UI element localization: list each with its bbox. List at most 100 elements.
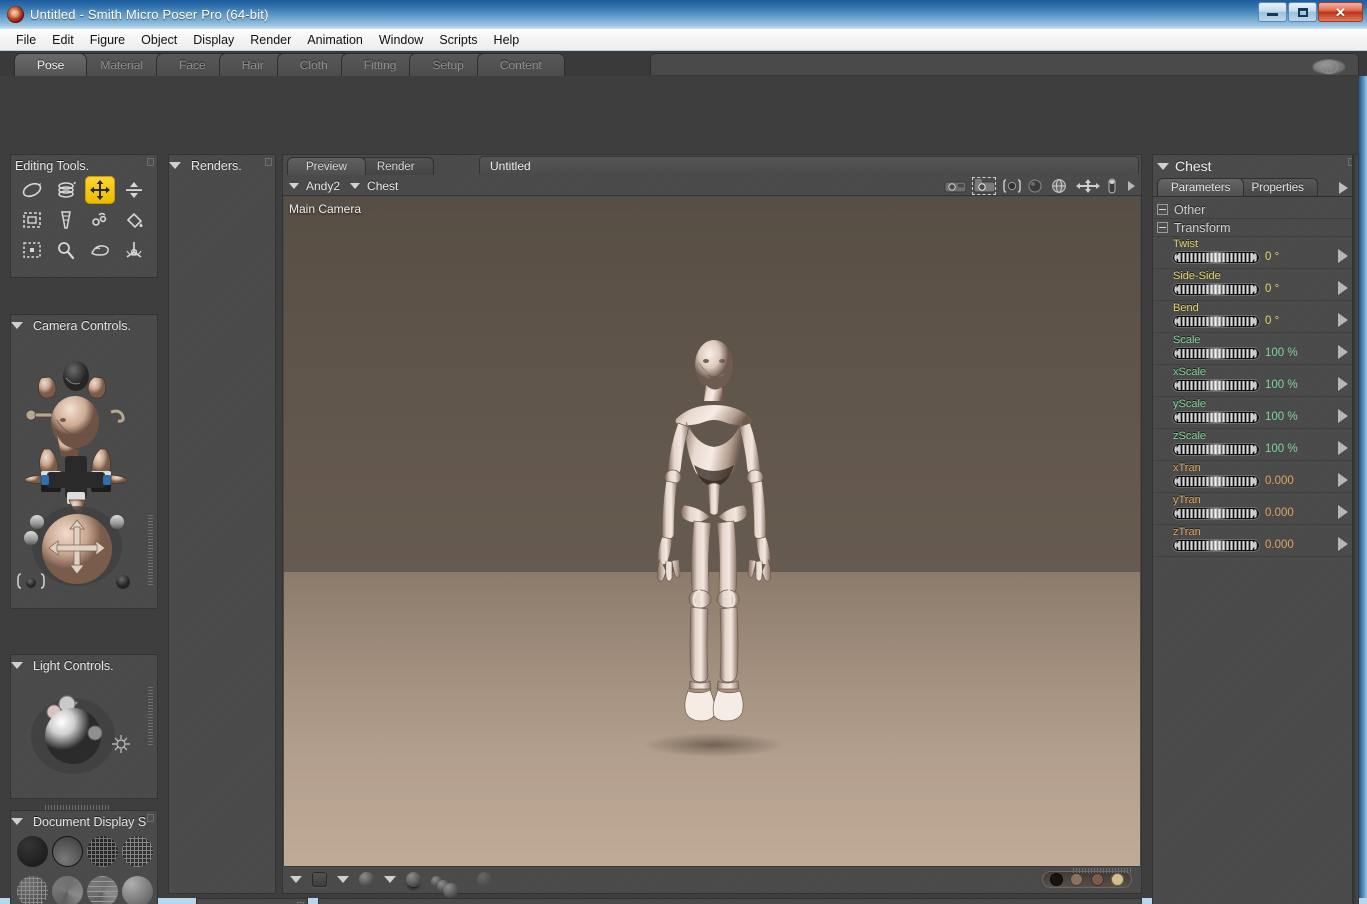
param-value[interactable]: 100 %: [1265, 347, 1298, 359]
style-outline[interactable]: [52, 836, 83, 867]
element-sphere-icon[interactable]: [406, 872, 421, 887]
menu-file[interactable]: File: [8, 31, 44, 49]
param-dial[interactable]: [1173, 283, 1259, 295]
tab-cloth[interactable]: Cloth: [276, 53, 351, 76]
tab-render[interactable]: Render: [357, 157, 434, 175]
tab-setup[interactable]: Setup: [409, 53, 487, 76]
style-smooth-shaded[interactable]: [122, 876, 153, 904]
3d-viewport[interactable]: Main Camera: [284, 197, 1140, 867]
color-chip[interactable]: [1090, 873, 1104, 886]
dial-increase-arrow-icon[interactable]: [1252, 541, 1257, 549]
style-flat-shaded[interactable]: [52, 876, 83, 904]
param-ytran[interactable]: yTran 0.000: [1153, 493, 1358, 525]
dial-decrease-arrow-icon[interactable]: [1175, 509, 1180, 517]
taper-tool[interactable]: [51, 206, 81, 234]
camera-controls-widget[interactable]: [11, 334, 157, 602]
scale-tool[interactable]: [17, 206, 47, 234]
breadcrumb-figure[interactable]: Andy2: [306, 179, 340, 193]
param-dial[interactable]: [1173, 411, 1259, 423]
color-chip[interactable]: [1070, 873, 1084, 886]
param-value[interactable]: 0.000: [1265, 475, 1294, 487]
minimize-button[interactable]: [1258, 2, 1287, 22]
param-dial[interactable]: [1173, 507, 1259, 519]
tab-parameters[interactable]: Parameters: [1157, 178, 1245, 196]
color-chip[interactable]: [1111, 873, 1125, 886]
collapse-triangle-icon[interactable]: [169, 162, 181, 169]
param-expand-arrow-icon[interactable]: [1338, 473, 1348, 487]
dial-increase-arrow-icon[interactable]: [1252, 413, 1257, 421]
view-magnifier-tool[interactable]: [51, 236, 81, 264]
param-expand-arrow-icon[interactable]: [1338, 281, 1348, 295]
camera-panel-scroll-grip[interactable]: [148, 515, 153, 585]
morph-putty-tool[interactable]: [85, 236, 115, 264]
param-value[interactable]: 0 °: [1265, 251, 1279, 263]
breadcrumb-actor[interactable]: Chest: [367, 179, 398, 193]
translate-pull-tool[interactable]: [85, 176, 115, 204]
grouping-tool[interactable]: [17, 236, 47, 264]
maximize-button[interactable]: [1288, 2, 1317, 22]
dial-increase-arrow-icon[interactable]: [1252, 349, 1257, 357]
tab-content[interactable]: Content: [476, 53, 565, 76]
dial-increase-arrow-icon[interactable]: [1252, 509, 1257, 517]
panel-resize-handle[interactable]: [147, 814, 154, 822]
param-yscale[interactable]: yScale 100 %: [1153, 397, 1358, 429]
dial-decrease-arrow-icon[interactable]: [1175, 349, 1180, 357]
dial-increase-arrow-icon[interactable]: [1252, 285, 1257, 293]
param-expand-arrow-icon[interactable]: [1338, 537, 1348, 551]
globe-icon[interactable]: [1050, 178, 1068, 194]
tab-face[interactable]: Face: [156, 53, 229, 76]
tab-pose[interactable]: Pose: [14, 53, 88, 76]
document-square-icon[interactable]: [312, 872, 327, 887]
param-expand-arrow-icon[interactable]: [1338, 345, 1348, 359]
param-dial[interactable]: [1173, 539, 1259, 551]
param-bend[interactable]: Bend 0 °: [1153, 301, 1358, 333]
dial-decrease-arrow-icon[interactable]: [1175, 413, 1180, 421]
collapse-minus-icon[interactable]: [1157, 204, 1168, 215]
param-value[interactable]: 0 °: [1265, 315, 1279, 327]
menu-render[interactable]: Render: [242, 31, 299, 49]
actor-dropdown-icon[interactable]: [350, 182, 361, 189]
param-value[interactable]: 0.000: [1265, 507, 1294, 519]
dial-decrease-arrow-icon[interactable]: [1175, 477, 1180, 485]
move-cross-icon[interactable]: [1075, 178, 1100, 194]
param-expand-arrow-icon[interactable]: [1338, 313, 1348, 327]
dial-decrease-arrow-icon[interactable]: [1175, 541, 1180, 549]
param-xtran[interactable]: xTran 0.000: [1153, 461, 1358, 493]
collapse-minus-icon[interactable]: [1157, 222, 1168, 233]
menu-help[interactable]: Help: [486, 31, 528, 49]
light-panel-scroll-grip[interactable]: [148, 685, 153, 745]
style-lit-wireframe[interactable]: [17, 876, 48, 904]
style-wireframe[interactable]: [87, 836, 118, 867]
param-value[interactable]: 100 %: [1265, 379, 1298, 391]
tab-properties[interactable]: Properties: [1237, 178, 1318, 196]
collapse-triangle-icon[interactable]: [1157, 162, 1169, 170]
param-ztran[interactable]: zTran 0.000: [1153, 525, 1358, 557]
param-expand-arrow-icon[interactable]: [1338, 505, 1348, 519]
figure-dropdown-icon[interactable]: [289, 182, 299, 189]
group-transform[interactable]: Transform: [1153, 219, 1358, 237]
dial-decrease-arrow-icon[interactable]: [1175, 285, 1180, 293]
light-controls-widget[interactable]: [11, 674, 157, 792]
param-twist[interactable]: Twist 0 °: [1153, 237, 1358, 269]
tab-material[interactable]: Material: [77, 53, 167, 76]
menu-scripts[interactable]: Scripts: [431, 31, 485, 49]
light-bracket-icon[interactable]: [1002, 178, 1021, 194]
param-value[interactable]: 100 %: [1265, 443, 1298, 455]
menu-figure[interactable]: Figure: [82, 31, 133, 49]
param-scale[interactable]: Scale 100 %: [1153, 333, 1358, 365]
dial-increase-arrow-icon[interactable]: [1252, 381, 1257, 389]
param-expand-arrow-icon[interactable]: [1338, 377, 1348, 391]
tab-preview[interactable]: Preview: [287, 157, 366, 175]
menu-object[interactable]: Object: [133, 31, 185, 49]
close-button[interactable]: ✕: [1318, 2, 1363, 22]
element-style-menu-icon[interactable]: [384, 876, 396, 883]
dial-decrease-arrow-icon[interactable]: [1175, 253, 1180, 261]
dial-increase-arrow-icon[interactable]: [1252, 445, 1257, 453]
dial-increase-arrow-icon[interactable]: [1252, 317, 1257, 325]
menu-window[interactable]: Window: [371, 31, 431, 49]
more-arrow-icon[interactable]: [1125, 178, 1137, 194]
param-expand-arrow-icon[interactable]: [1338, 249, 1348, 263]
more-tabs-arrow-icon[interactable]: [1339, 182, 1348, 194]
param-side-side[interactable]: Side-Side 0 °: [1153, 269, 1358, 301]
param-value[interactable]: 100 %: [1265, 411, 1298, 423]
